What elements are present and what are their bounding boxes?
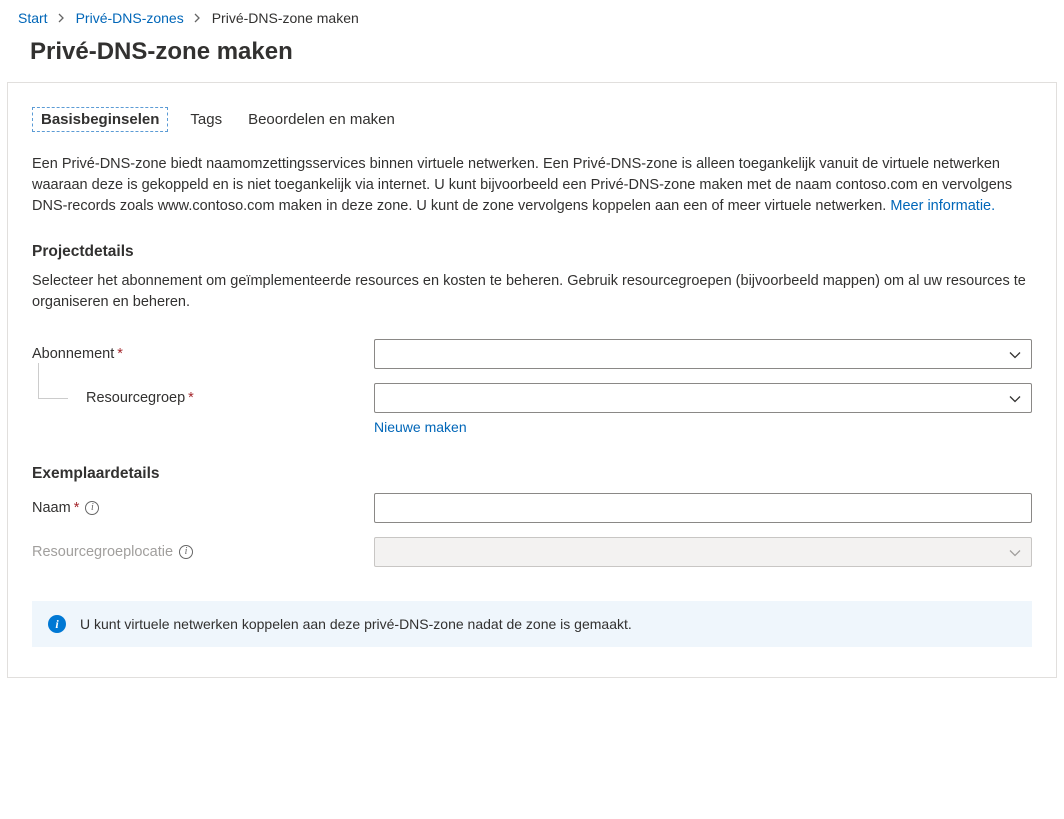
chevron-down-icon — [1009, 546, 1021, 558]
name-label: Naam* i — [32, 493, 374, 523]
create-new-link[interactable]: Nieuwe maken — [374, 419, 467, 435]
page-title: Privé-DNS-zone maken — [0, 34, 1064, 82]
info-icon[interactable]: i — [85, 501, 99, 515]
project-details-desc: Selecteer het abonnement om geïmplemente… — [32, 271, 1032, 313]
info-banner: i U kunt virtuele netwerken koppelen aan… — [32, 601, 1032, 647]
info-icon: i — [48, 615, 66, 633]
chevron-down-icon — [1009, 392, 1021, 404]
breadcrumb-zones[interactable]: Privé-DNS-zones — [76, 10, 184, 26]
tab-basisbeginselen[interactable]: Basisbeginselen — [32, 107, 168, 132]
location-label: Resourcegroeplocatie i — [32, 537, 374, 567]
subscription-label: Abonnement* — [32, 339, 374, 369]
breadcrumb-start[interactable]: Start — [18, 10, 48, 26]
subscription-select[interactable] — [374, 339, 1032, 369]
more-info-link[interactable]: Meer informatie. — [890, 198, 995, 214]
tab-review-create[interactable]: Beoordelen en maken — [244, 107, 399, 132]
breadcrumb-current: Privé-DNS-zone maken — [212, 10, 359, 26]
name-input[interactable] — [374, 493, 1032, 523]
intro-text: Een Privé-DNS-zone biedt naamomzettingss… — [32, 154, 1032, 217]
intro-body: Een Privé-DNS-zone biedt naamomzettingss… — [32, 156, 1012, 214]
resource-group-select[interactable] — [374, 383, 1032, 413]
tab-bar: Basisbeginselen Tags Beoordelen en maken — [32, 107, 1032, 132]
info-icon[interactable]: i — [179, 545, 193, 559]
project-details-heading: Projectdetails — [32, 243, 1032, 261]
chevron-right-icon — [194, 10, 202, 26]
tree-connector-icon — [38, 363, 68, 399]
chevron-right-icon — [58, 10, 66, 26]
create-panel: Basisbeginselen Tags Beoordelen en maken… — [7, 82, 1057, 678]
location-select — [374, 537, 1032, 567]
resource-group-label: Resourcegroep* — [32, 383, 374, 413]
info-banner-text: U kunt virtuele netwerken koppelen aan d… — [80, 616, 632, 632]
chevron-down-icon — [1009, 348, 1021, 360]
breadcrumb: Start Privé-DNS-zones Privé-DNS-zone mak… — [0, 0, 1064, 34]
instance-details-heading: Exemplaardetails — [32, 465, 1032, 483]
tab-tags[interactable]: Tags — [186, 107, 226, 132]
